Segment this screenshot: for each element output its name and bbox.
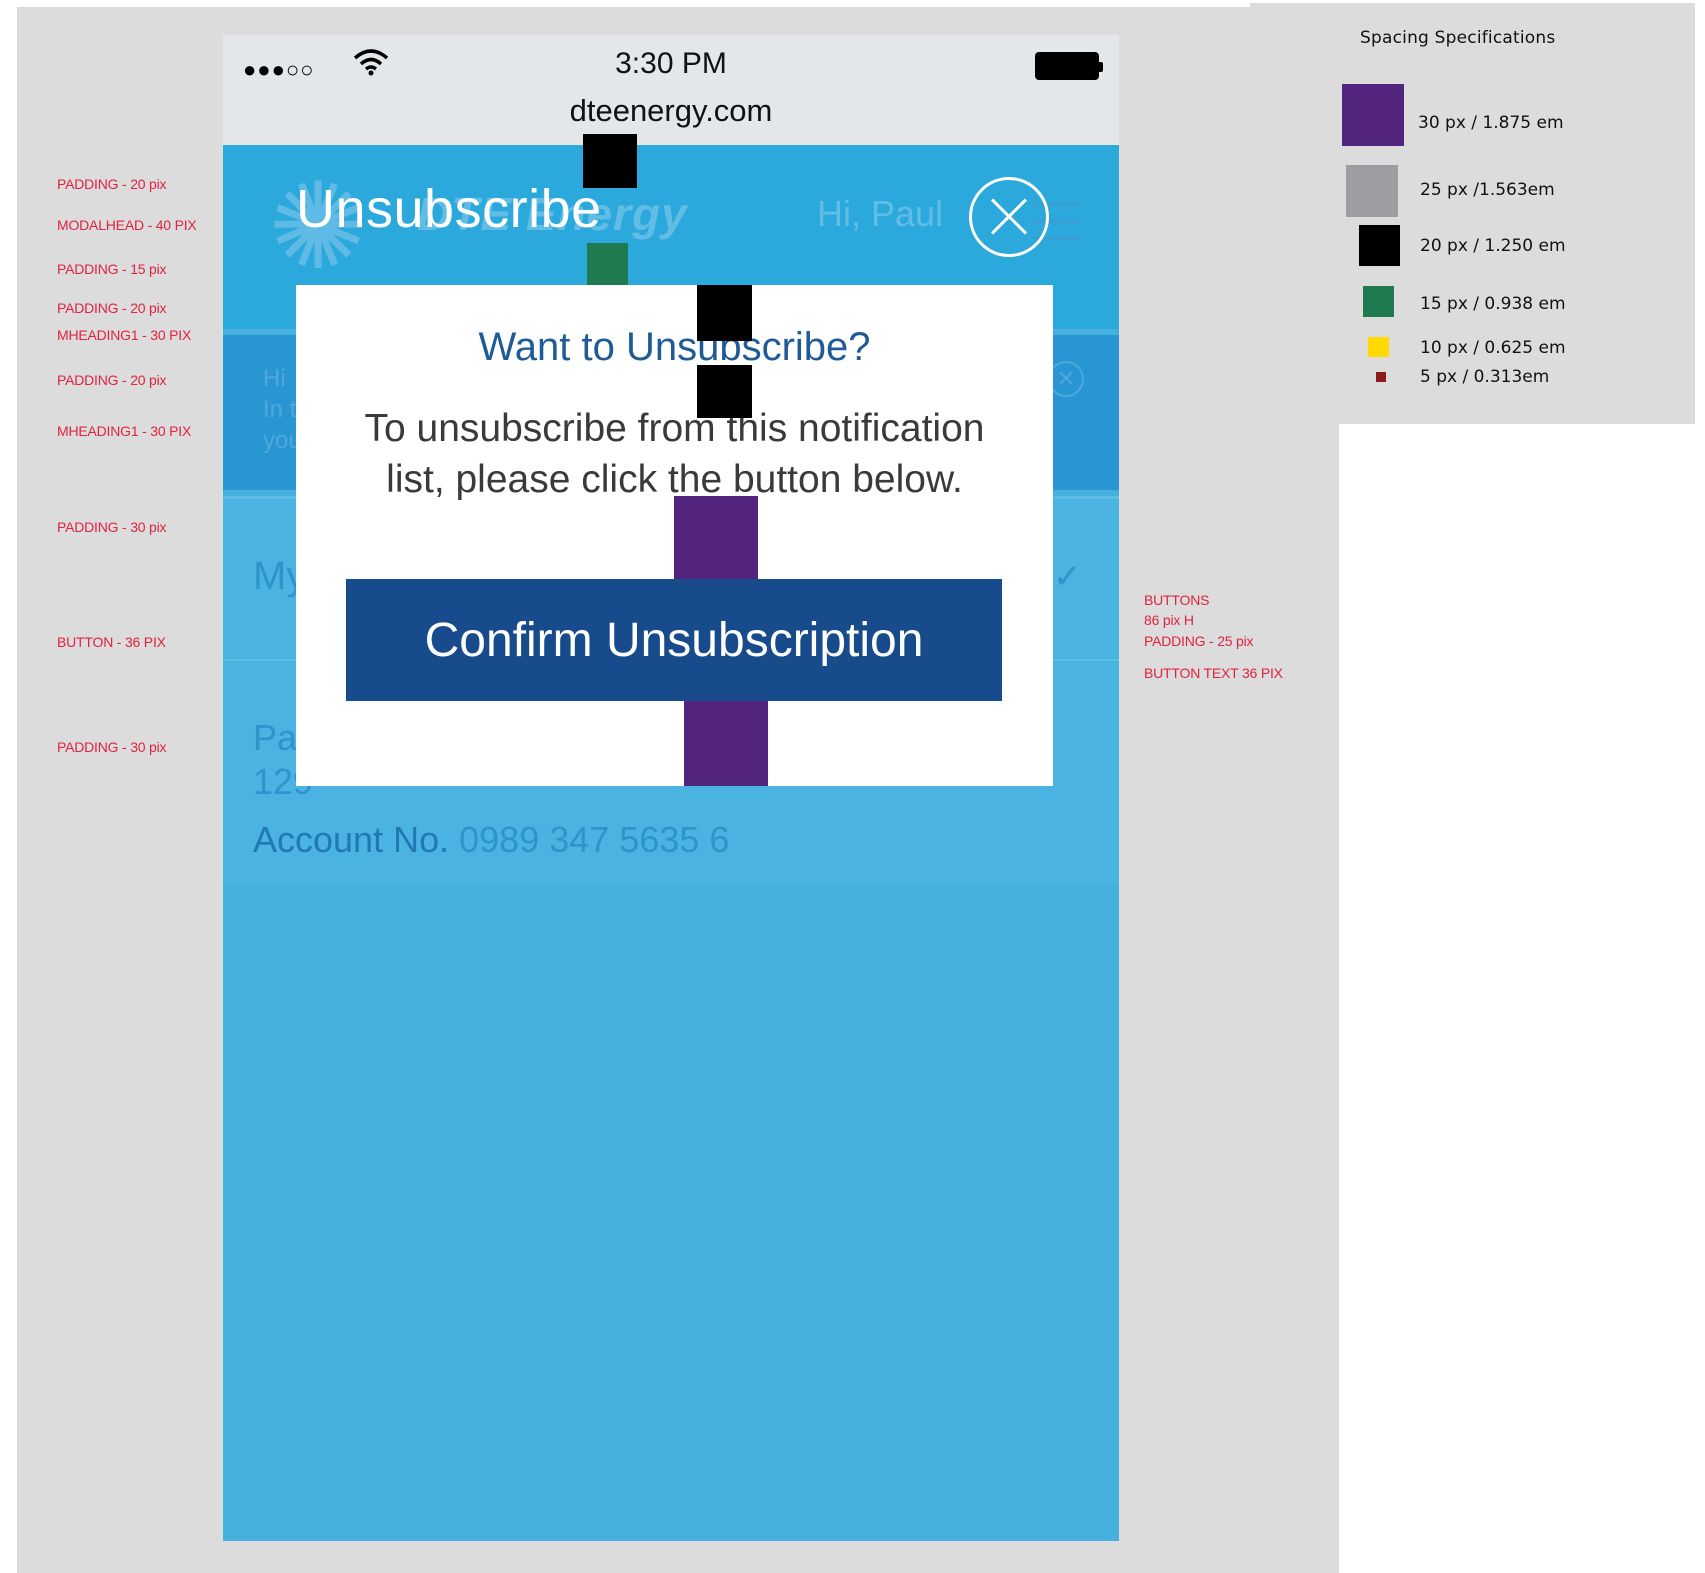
modal-close-icon[interactable] [969,177,1049,257]
phone-screen: ●●●○○ 3:30 PM dteenergy.com ✺ DTE Energy… [223,35,1119,1541]
modal-body-text: To unsubscribe from this notification li… [296,403,1053,505]
annotation-modalhead: MODALHEAD - 40 PIX [57,217,197,233]
spec-swatch-10 [1368,337,1389,357]
annotation-padding: PADDING - 30 pix [57,739,167,755]
annotation-button-text: BUTTON TEXT 36 PIX [1144,665,1283,681]
modal-body-line: To unsubscribe from this notification [364,407,985,450]
account-name: Pa [253,717,298,758]
spec-label-5: 5 px / 0.313em [1420,367,1550,387]
user-greeting: Hi, Paul [817,193,944,234]
annotation-button: BUTTON - 36 PIX [57,634,166,650]
account-number-value: 0989 347 5635 6 [459,819,730,860]
spec-label-25: 25 px /1.563em [1420,180,1555,200]
spacing-marker-20 [697,285,752,341]
status-time: 3:30 PM [615,47,727,80]
spacing-spec-panel [1250,3,1695,424]
spec-swatch-30 [1342,84,1404,146]
spec-label-10: 10 px / 0.625 em [1420,338,1566,358]
spec-swatch-20 [1359,225,1400,266]
battery-icon [1035,52,1099,80]
spec-swatch-5 [1376,372,1386,382]
modal-title: Unsubscribe [296,179,602,239]
account-number: Account No. 0989 347 5635 6 [253,819,729,861]
spec-swatch-15 [1363,286,1394,317]
battery-tip [1099,62,1103,72]
address-bar-url[interactable]: dteenergy.com [223,93,1119,129]
annotation-mheading: MHEADING1 - 30 PIX [57,327,192,343]
spec-title: Spacing Specifications [1360,28,1556,48]
spacing-marker-20 [697,365,752,418]
spec-label-15: 15 px / 0.938 em [1420,294,1566,314]
annotation-padding: PADDING - 30 pix [57,519,167,535]
modal-heading: Want to Unsubscribe? [478,325,871,369]
annotation-button-height: 86 pix H [1144,612,1194,628]
spec-label-30: 30 px / 1.875 em [1418,113,1564,133]
browser-status-bar: ●●●○○ 3:30 PM dteenergy.com [223,35,1119,145]
annotation-padding: PADDING - 15 pix [57,261,167,277]
spec-swatch-25 [1346,165,1398,217]
annotation-padding: PADDING - 20 pix [57,372,167,388]
checkmark-icon: ✓ [1053,558,1082,596]
spacing-marker-30 [684,701,768,786]
annotation-mheading: MHEADING1 - 30 PIX [57,423,192,439]
annotation-padding: PADDING - 20 pix [57,176,167,192]
confirm-unsubscription-button[interactable]: Confirm Unsubscription [346,579,1002,701]
spacing-marker-20 [583,134,637,188]
annotation-padding: PADDING - 20 pix [57,300,167,316]
annotation-buttons: BUTTONS [1144,592,1210,608]
account-number-label: Account No. [253,819,450,860]
spacing-marker-30 [674,496,758,579]
annotation-button-padding: PADDING - 25 pix [1144,633,1254,649]
spec-label-20: 20 px / 1.250 em [1420,236,1566,256]
banner-close-icon[interactable]: ✕ [1048,361,1084,397]
spacing-marker-15 [587,243,628,285]
